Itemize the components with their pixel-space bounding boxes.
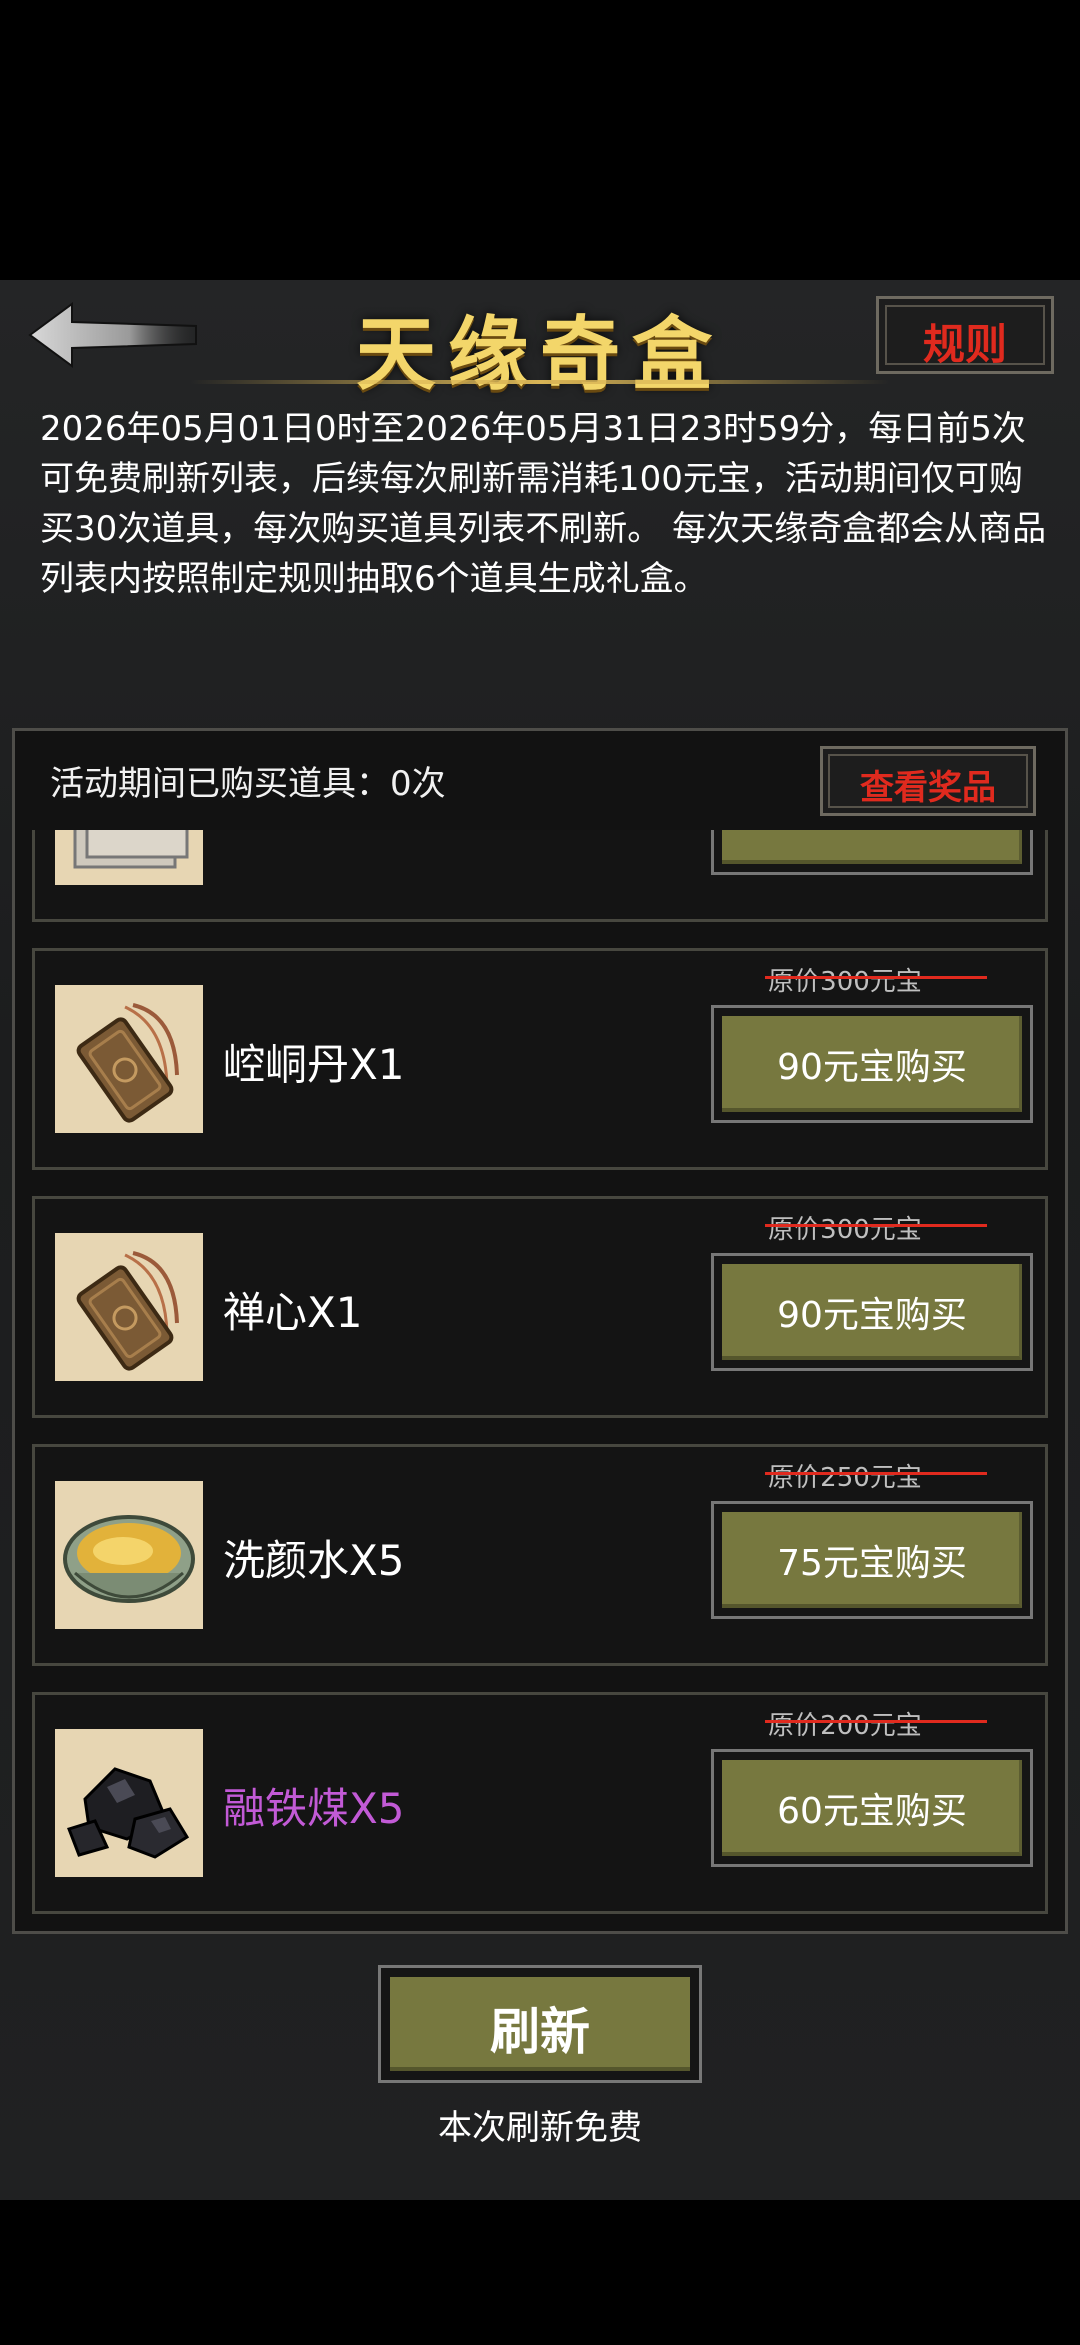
buy-button[interactable]: 75元宝购买 (711, 1501, 1033, 1619)
buy-button-label: 90元宝购买 (777, 1047, 967, 1088)
title-underline (190, 380, 890, 384)
buy-button-label: 75元宝购买 (777, 1543, 967, 1584)
list-item: 洗颜水X5 原价250元宝 75元宝购买 (32, 1444, 1048, 1666)
refresh-note: 本次刷新免费 (438, 2108, 642, 2148)
list-item: 禅心X1 原价300元宝 90元宝购买 (32, 1196, 1048, 1418)
list-item: 融铁煤X5 原价200元宝 60元宝购买 (32, 1692, 1048, 1914)
item-name: 洗颜水X5 (223, 1536, 405, 1585)
token-icon (76, 1003, 179, 1123)
original-price: 原价300元宝 (768, 967, 922, 997)
price-strikethrough (765, 976, 987, 979)
view-prizes-button[interactable]: 查看奖品 (820, 746, 1036, 816)
item-thumbnail (55, 1233, 203, 1381)
buy-button-label: 60元宝购买 (777, 1791, 967, 1832)
list-item: 崆峒丹X1 原价300元宝 90元宝购买 (32, 948, 1048, 1170)
buy-button[interactable]: 60元宝购买 (711, 1749, 1033, 1867)
item-thumbnail (55, 985, 203, 1133)
item-name: 融铁煤X5 (223, 1784, 405, 1833)
price-strikethrough (765, 1720, 987, 1723)
token-icon (76, 1251, 179, 1371)
price-strikethrough (765, 1472, 987, 1475)
coal-icon (67, 1767, 190, 1859)
buy-button[interactable]: 90元宝购买 (711, 1253, 1033, 1371)
purchase-count: 活动期间已购买道具：0次 (50, 764, 446, 804)
buy-button[interactable]: 90元宝购买 (711, 1005, 1033, 1123)
item-name: 崆峒丹X1 (223, 1040, 405, 1089)
scroll-icon (73, 830, 189, 869)
item-thumbnail (55, 1481, 203, 1629)
refresh-button-label: 刷新 (490, 2003, 590, 2061)
item-name: 禅心X1 (223, 1288, 363, 1337)
price-strikethrough (765, 1224, 987, 1227)
list-item-partial (32, 830, 1048, 922)
view-prizes-label: 查看奖品 (860, 768, 996, 808)
rules-button-label: 规则 (922, 320, 1007, 369)
item-scroll-list[interactable]: 崆峒丹X1 原价300元宝 90元宝购买 禅心X1 原价300元宝 90元宝购买… (28, 830, 1052, 1922)
buy-button[interactable] (711, 830, 1033, 875)
original-price: 原价300元宝 (768, 1215, 922, 1245)
refresh-button[interactable]: 刷新 (378, 1965, 702, 2083)
original-price: 原价200元宝 (768, 1711, 922, 1741)
buy-button-label: 90元宝购买 (777, 1295, 967, 1336)
item-thumbnail (55, 830, 203, 885)
bowl-icon (63, 1515, 195, 1603)
item-thumbnail (55, 1729, 203, 1877)
rules-button[interactable]: 规则 (876, 296, 1054, 374)
event-description: 2026年05月01日0时至2026年05月31日23时59分，每日前5次可免费… (40, 409, 1047, 599)
original-price: 原价250元宝 (768, 1463, 922, 1493)
